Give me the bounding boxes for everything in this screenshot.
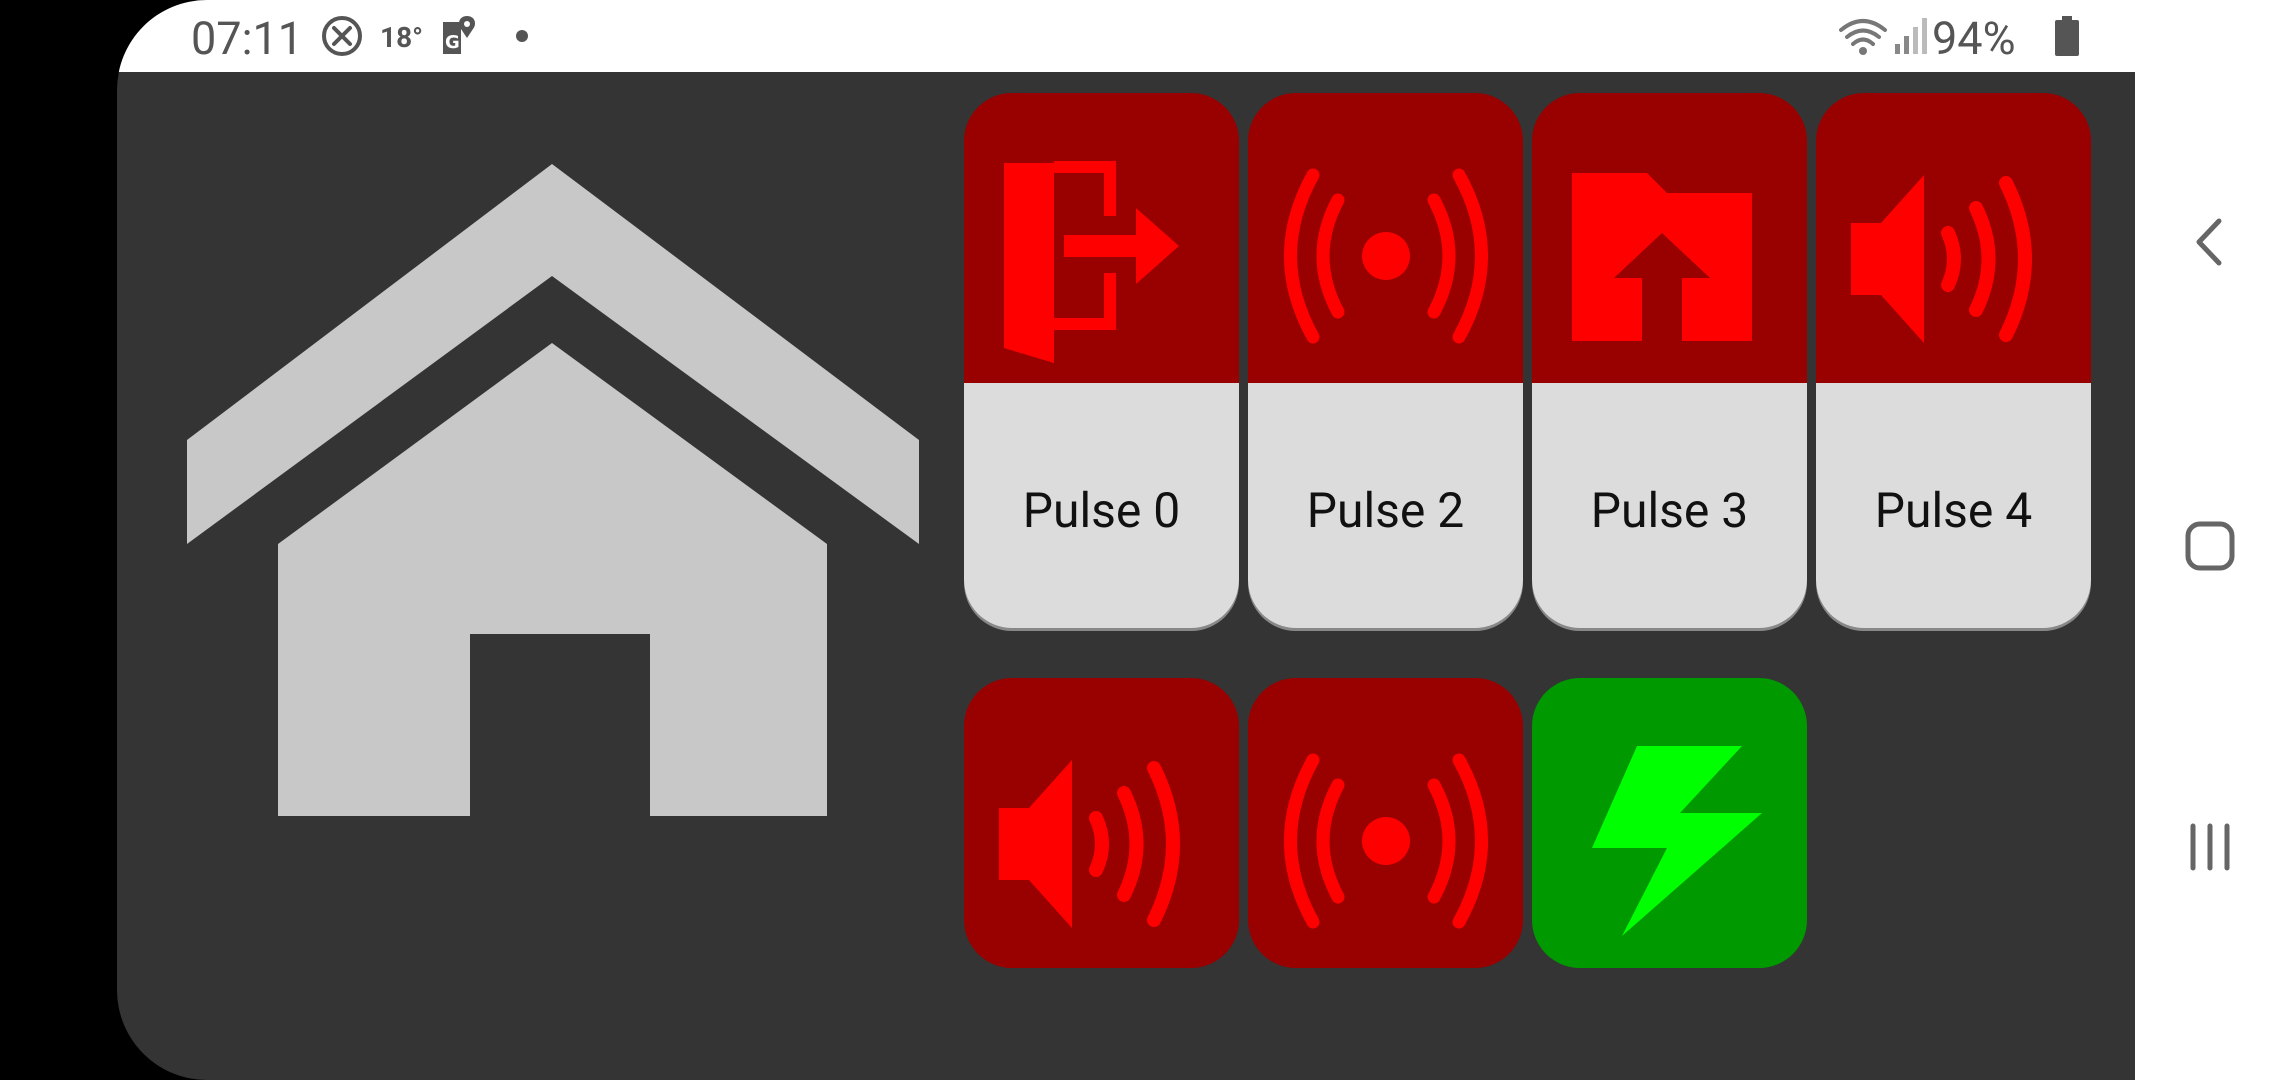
battery-icon <box>2055 16 2079 56</box>
wifi-icon <box>1839 19 1887 55</box>
tile-icon-area <box>1532 678 1807 968</box>
power-tile[interactable] <box>1532 678 1807 968</box>
tile-icon-area <box>1248 678 1523 968</box>
pulse-4-tile[interactable]: Pulse 4 <box>1816 93 2091 628</box>
tile-label: Pulse 3 <box>1590 482 1749 539</box>
tile-icon-area <box>1816 93 2091 383</box>
tile-label-area: Pulse 0 <box>964 383 1239 628</box>
navigation-bar <box>2135 0 2280 1080</box>
home-icon <box>187 164 919 816</box>
status-temperature: 18° <box>380 21 424 54</box>
recents-button[interactable] <box>2175 812 2245 882</box>
pulse-0-tile[interactable]: Pulse 0 <box>964 93 1239 628</box>
folder-upload-icon <box>1572 173 1752 341</box>
battery-percent: 94% <box>1932 12 2016 65</box>
speaker-icon <box>999 760 1180 928</box>
tile-icon-area <box>1248 93 1523 383</box>
tile-label: Pulse 2 <box>1306 482 1465 539</box>
speaker-tile[interactable] <box>964 678 1239 968</box>
exit-door-icon <box>1004 161 1179 363</box>
svg-text:G: G <box>445 32 460 53</box>
lightning-bolt-icon <box>1592 746 1762 936</box>
status-bar: 07:11 18° G 94% <box>117 0 2135 72</box>
speaker-icon <box>1851 175 2032 343</box>
tile-label-area: Pulse 3 <box>1532 383 1807 628</box>
broadcast-tile[interactable] <box>1248 678 1523 968</box>
tile-label: Pulse 4 <box>1874 482 2033 539</box>
pulse-2-tile[interactable]: Pulse 2 <box>1248 93 1523 628</box>
broadcast-icon <box>1284 753 1488 929</box>
home-button[interactable] <box>2175 511 2245 581</box>
signal-icon <box>1895 18 1927 54</box>
dot-icon <box>516 30 528 42</box>
app-screen: 07:11 18° G 94% Pulse 0 Pulse 2 Pulse 3 … <box>117 0 2135 1080</box>
tile-icon-area <box>964 678 1239 968</box>
tile-label-area: Pulse 2 <box>1248 383 1523 628</box>
pulse-3-tile[interactable]: Pulse 3 <box>1532 93 1807 628</box>
tile-label: Pulse 0 <box>1022 482 1181 539</box>
tile-icon-area <box>1532 93 1807 383</box>
broadcast-icon <box>1284 168 1488 344</box>
back-button[interactable] <box>2175 207 2245 277</box>
tile-label-area: Pulse 4 <box>1816 383 2091 628</box>
tile-icon-area <box>964 93 1239 383</box>
no-disturb-icon <box>322 16 362 56</box>
map-pin-icon: G <box>443 16 475 54</box>
status-time: 07:11 <box>191 12 304 65</box>
